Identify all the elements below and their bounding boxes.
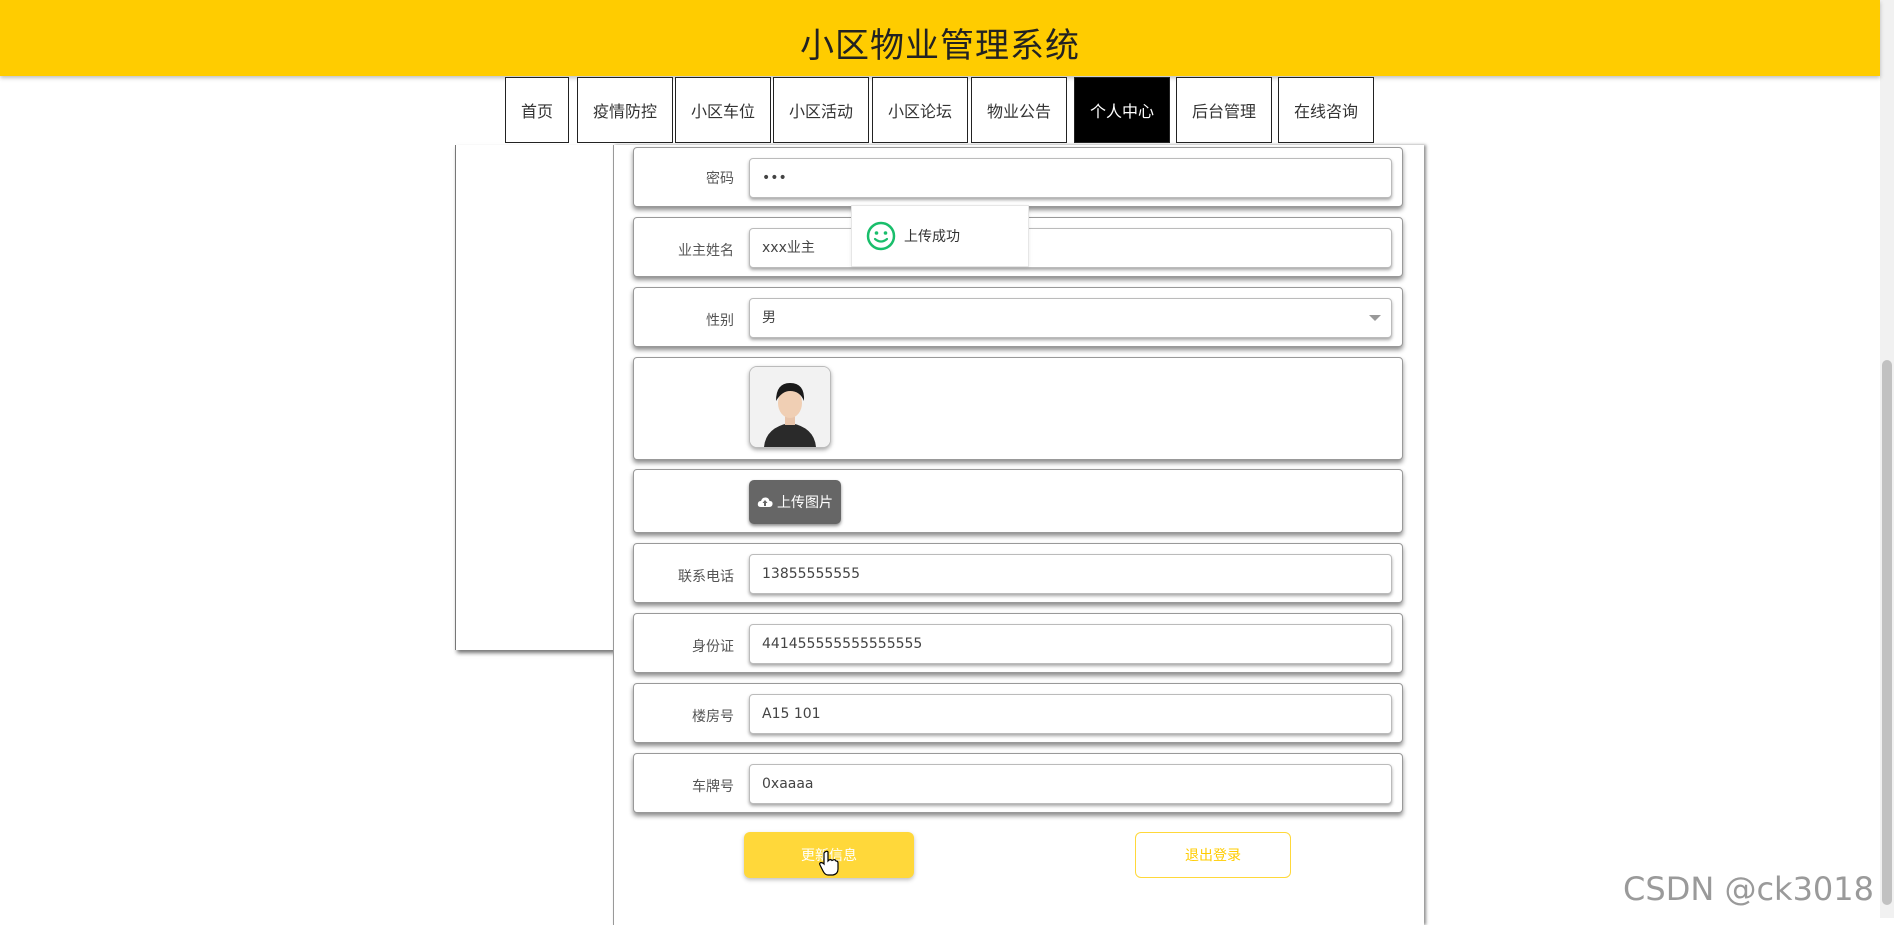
nav-item-profile[interactable]: 个人中心 [1074,77,1170,143]
side-panel [455,145,614,650]
toast-message: 上传成功 [904,229,960,245]
room-label: 楼房号 [692,709,734,725]
page-scrollbar[interactable] [1880,0,1894,918]
nav-item-parking[interactable]: 小区车位 [675,77,771,143]
gender-value: 男 [762,310,776,326]
avatar-row [633,357,1403,460]
room-row: 楼房号 A15 101 [633,683,1403,743]
logout-button[interactable]: 退出登录 [1135,832,1291,878]
chevron-down-icon [1369,315,1381,321]
top-header: 小区物业管理系统 [0,0,1880,76]
password-field[interactable]: ••• [749,158,1392,198]
cloud-upload-icon [757,496,773,508]
owner-name-label: 业主姓名 [678,243,734,259]
nav-item-home[interactable]: 首页 [505,77,569,143]
phone-label: 联系电话 [678,569,734,585]
id-card-row: 身份证 441455555555555555 [633,613,1403,673]
scrollbar-thumb[interactable] [1882,360,1892,905]
password-row: 密码 ••• [633,147,1403,207]
gender-label: 性别 [706,313,734,329]
id-card-label: 身份证 [692,639,734,655]
plate-row: 车牌号 0xaaaa [633,753,1403,813]
upload-image-label: 上传图片 [777,495,833,511]
nav-item-activities[interactable]: 小区活动 [773,77,869,143]
watermark: CSDN @ck3018 [1623,870,1874,908]
smile-icon [866,221,896,251]
site-title: 小区物业管理系统 [800,26,1080,66]
plate-field[interactable]: 0xaaaa [749,764,1392,804]
phone-field[interactable]: 13855555555 [749,554,1392,594]
nav-item-notice[interactable]: 物业公告 [971,77,1067,143]
avatar [749,366,831,448]
nav-item-forum[interactable]: 小区论坛 [872,77,968,143]
room-field[interactable]: A15 101 [749,694,1392,734]
nav-item-consult[interactable]: 在线咨询 [1278,77,1374,143]
password-label: 密码 [706,171,734,187]
nav-item-admin[interactable]: 后台管理 [1176,77,1272,143]
hand-cursor-icon [819,850,839,880]
phone-row: 联系电话 13855555555 [633,543,1403,603]
gender-select[interactable]: 男 [749,298,1392,338]
owner-name-field[interactable]: xxx业主 [749,228,1392,268]
upload-row: 上传图片 [633,469,1403,533]
upload-success-toast: 上传成功 [851,205,1029,267]
nav-item-epidemic[interactable]: 疫情防控 [577,77,673,143]
upload-image-button[interactable]: 上传图片 [749,480,841,524]
id-card-field[interactable]: 441455555555555555 [749,624,1392,664]
gender-row: 性别 男 [633,287,1403,347]
plate-label: 车牌号 [692,779,734,795]
